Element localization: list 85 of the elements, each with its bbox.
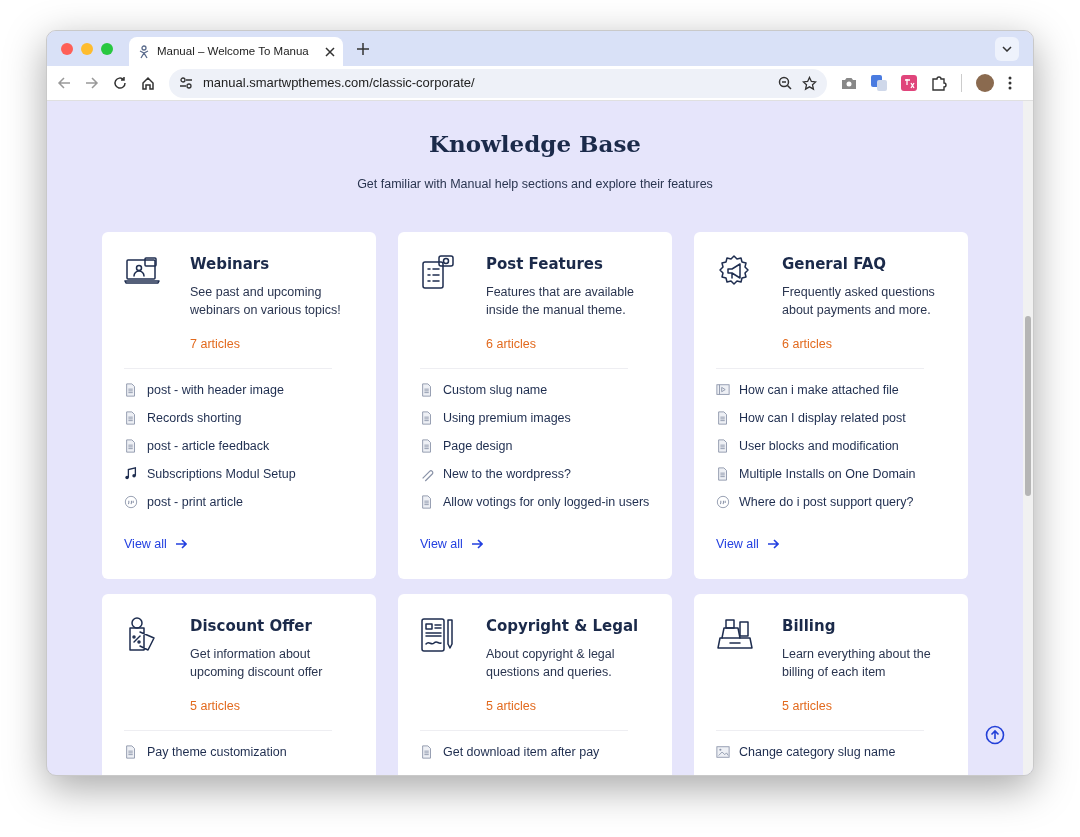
category-title[interactable]: Copyright & Legal <box>486 617 656 636</box>
browser-tab[interactable]: Manual – Welcome To Manua <box>129 37 343 66</box>
category-title[interactable]: Post Features <box>486 255 656 274</box>
bookmark-star-icon[interactable] <box>802 75 817 91</box>
article-link[interactable]: New to the wordpress? <box>443 464 571 484</box>
article-link[interactable]: How can I display related post <box>739 408 906 428</box>
menu-icon[interactable] <box>1008 76 1012 90</box>
picture-icon <box>716 744 730 760</box>
category-description: Learn everything about the billing of each item <box>782 646 932 682</box>
article-count: 5 articles <box>486 698 538 716</box>
site-settings-icon[interactable] <box>179 77 193 89</box>
article-count: 7 articles <box>190 336 242 354</box>
scrollbar-thumb[interactable] <box>1025 316 1031 496</box>
document-icon <box>716 438 730 454</box>
article-link[interactable]: Subscriptions Modul Setup <box>147 464 296 484</box>
figure-icon <box>137 44 151 59</box>
article-link[interactable]: Where do i post support query? <box>739 492 914 512</box>
document-icon <box>420 382 434 398</box>
url-text: manual.smartwpthemes.com/classic-corporate/ <box>203 74 476 93</box>
category-description: Get information about upcoming discount offer <box>190 646 324 682</box>
section-heading: Knowledge Base <box>429 129 641 159</box>
article-count: 6 articles <box>782 336 834 354</box>
article-count: 5 articles <box>782 698 834 716</box>
music-note-icon <box>124 466 138 482</box>
back-to-top-icon[interactable] <box>985 725 1005 745</box>
article-link[interactable]: Get download item after pay <box>443 742 600 762</box>
document-icon <box>420 744 434 760</box>
view-all-link[interactable]: View all <box>124 535 187 554</box>
new-tab-icon[interactable] <box>357 42 369 55</box>
article-count: 5 articles <box>190 698 242 716</box>
article-count: 6 articles <box>486 336 538 354</box>
document-icon <box>124 438 138 454</box>
quote-icon <box>124 494 138 510</box>
arrow-right-icon <box>766 539 779 550</box>
quote-icon <box>716 494 730 510</box>
document-icon <box>124 744 138 760</box>
document-icon <box>716 466 730 482</box>
view-all-link[interactable]: View all <box>716 535 779 554</box>
video-icon <box>716 382 730 398</box>
article-link[interactable]: Pay theme customization <box>147 742 287 762</box>
category-title[interactable]: Billing <box>782 617 952 636</box>
document-icon <box>420 494 434 510</box>
article-link[interactable]: Custom slug name <box>443 380 548 400</box>
tab-title: Manual – Welcome To Manua <box>157 43 310 59</box>
puzzle-icon[interactable] <box>931 75 947 91</box>
arrow-right-icon <box>174 539 187 550</box>
back-icon[interactable] <box>57 76 71 90</box>
article-link[interactable]: How can i make attached file <box>739 380 899 400</box>
article-link[interactable]: Multiple Installs on One Domain <box>739 464 916 484</box>
document-icon <box>716 410 730 426</box>
translate-icon[interactable] <box>871 75 887 91</box>
document-icon <box>124 382 138 398</box>
close-icon[interactable] <box>325 46 335 57</box>
extension-icon[interactable] <box>901 75 917 91</box>
article-link[interactable]: Change category slug name <box>739 742 896 762</box>
category-description: Features that are available inside the manual theme. <box>486 284 635 320</box>
reload-icon[interactable] <box>113 76 127 90</box>
chevron-down-icon <box>1002 45 1012 52</box>
zoom-icon[interactable] <box>778 76 792 90</box>
document-icon <box>420 438 434 454</box>
category-title[interactable]: General FAQ <box>782 255 952 274</box>
article-link[interactable]: User blocks and modification <box>739 436 899 456</box>
camera-icon[interactable] <box>841 76 857 90</box>
profile-avatar[interactable] <box>976 74 994 92</box>
tab-list-button[interactable] <box>995 36 1019 61</box>
article-link[interactable]: Using premium images <box>443 408 571 428</box>
category-description: Frequently asked questions about payments and more. <box>782 284 936 320</box>
article-link[interactable]: Records shorting <box>147 408 242 428</box>
category-description: See past and upcoming webinars on various topics! <box>190 284 342 320</box>
category-description: About copyright & legal questions and queries. <box>486 646 616 682</box>
article-link[interactable]: post - print article <box>147 492 243 512</box>
document-icon <box>124 410 138 426</box>
forward-icon[interactable] <box>85 76 99 90</box>
article-link[interactable]: Allow votings for only logged-in users <box>443 492 650 512</box>
view-all-link[interactable]: View all <box>420 535 483 554</box>
arrow-right-icon <box>470 539 483 550</box>
home-icon[interactable] <box>141 76 155 90</box>
document-icon <box>420 410 434 426</box>
article-link[interactable]: post - article feedback <box>147 436 270 456</box>
article-link[interactable]: post - with header image <box>147 380 284 400</box>
article-link[interactable]: Page design <box>443 436 513 456</box>
address-bar[interactable]: manual.smartwpthemes.com/classic-corporate/ <box>169 68 827 98</box>
category-title[interactable]: Discount Offer <box>190 617 360 636</box>
category-title[interactable]: Webinars <box>190 255 360 274</box>
section-subtitle: Get familiar with Manual help sections and explore their features <box>357 175 713 193</box>
